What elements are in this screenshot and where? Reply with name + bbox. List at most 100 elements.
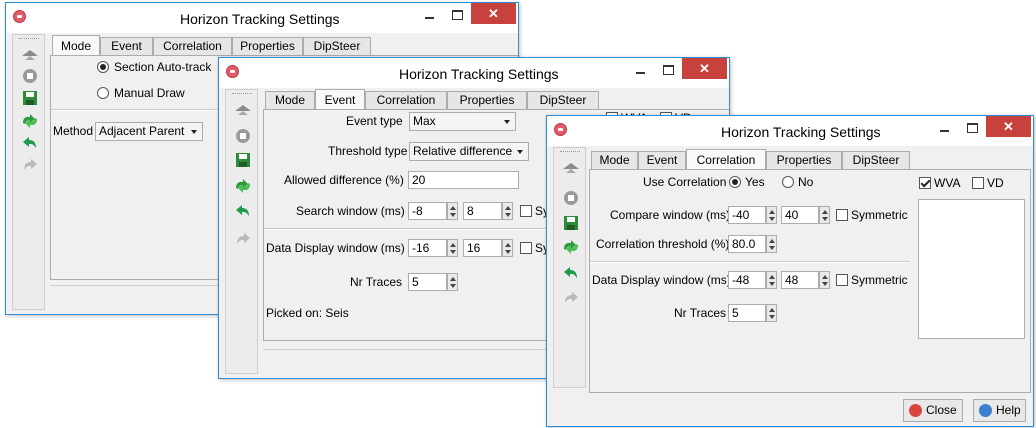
tab-correlation[interactable]: Correlation — [686, 149, 766, 170]
wva-checkbox[interactable] — [919, 177, 931, 189]
display-window-max-input[interactable]: 48 — [781, 271, 819, 289]
tab-bar: Mode Event Correlation Properties DipSte… — [265, 89, 599, 110]
maximize-button[interactable] — [959, 116, 985, 137]
minimize-button[interactable] — [931, 116, 957, 137]
close-button[interactable]: Close — [903, 399, 963, 422]
wva-label: WVA — [934, 176, 961, 190]
compare-window-max-stepper[interactable] — [819, 206, 830, 224]
tab-properties[interactable]: Properties — [766, 151, 842, 169]
compare-symmetric-checkbox[interactable] — [836, 209, 848, 221]
close-window-button[interactable]: ✕ — [986, 116, 1031, 137]
display-window-max-input[interactable]: 16 — [463, 239, 502, 257]
tab-correlation[interactable]: Correlation — [153, 37, 232, 55]
trace-preview-box[interactable] — [918, 199, 1025, 339]
tab-mode[interactable]: Mode — [265, 91, 315, 109]
search-window-min-stepper[interactable] — [447, 202, 458, 220]
save-icon[interactable] — [562, 215, 580, 231]
tab-dipsteer[interactable]: DipSteer — [842, 151, 910, 169]
compare-symmetric-label: Symmetric — [851, 208, 908, 222]
section-autotrack-label: Section Auto-track — [114, 60, 212, 74]
minimize-button[interactable] — [627, 58, 653, 79]
section-autotrack-radio[interactable] — [97, 61, 109, 73]
correlation-threshold-stepper[interactable] — [766, 235, 777, 253]
display-window-min-stepper[interactable] — [766, 271, 777, 289]
correlation-threshold-input[interactable]: 80.0 — [728, 235, 766, 253]
nr-traces-input[interactable]: 5 — [408, 273, 447, 291]
threshold-type-select[interactable]: Relative difference — [409, 142, 529, 161]
close-window-button[interactable]: ✕ — [682, 58, 727, 79]
maximize-button[interactable] — [444, 3, 470, 24]
tracking-toolbar — [12, 34, 45, 310]
tab-event[interactable]: Event — [100, 37, 153, 55]
maximize-button[interactable] — [655, 58, 681, 79]
use-correlation-yes-radio[interactable] — [729, 176, 741, 188]
tab-bar: Mode Event Correlation Properties DipSte… — [591, 149, 911, 170]
retrack-icon[interactable] — [562, 239, 580, 255]
close-window-button[interactable]: ✕ — [471, 3, 516, 24]
stop-icon[interactable] — [21, 68, 39, 84]
display-symmetric-checkbox[interactable] — [836, 274, 848, 286]
correlation-panel: Use Correlation Yes No Compare window (m… — [589, 169, 1031, 393]
search-window-max-stepper[interactable] — [502, 202, 513, 220]
nr-traces-stepper[interactable] — [447, 273, 458, 291]
search-window-min-input[interactable]: -8 — [408, 202, 447, 220]
track-icon[interactable] — [234, 102, 252, 118]
display-window-max-stepper[interactable] — [819, 271, 830, 289]
use-correlation-no-radio[interactable] — [782, 176, 794, 188]
title-bar[interactable]: Horizon Tracking Settings ✕ — [547, 116, 1033, 146]
compare-window-max-input[interactable]: 40 — [781, 206, 819, 224]
tab-dipsteer[interactable]: DipSteer — [303, 37, 371, 55]
retrack-icon[interactable] — [234, 178, 252, 194]
search-window-max-input[interactable]: 8 — [463, 202, 502, 220]
symmetric-checkbox[interactable] — [520, 205, 532, 217]
event-type-value: Max — [413, 114, 436, 128]
display-symmetric-checkbox[interactable] — [520, 242, 532, 254]
stop-icon[interactable] — [234, 128, 252, 144]
display-symmetric-label: Symmetric — [851, 273, 908, 287]
correlation-threshold-label: Correlation threshold (%) — [596, 237, 730, 251]
compare-window-min-stepper[interactable] — [766, 206, 777, 224]
manual-draw-label: Manual Draw — [114, 86, 185, 100]
manual-draw-radio[interactable] — [97, 87, 109, 99]
toolbar-grip[interactable] — [232, 93, 252, 96]
help-button[interactable]: Help — [973, 399, 1026, 422]
tab-event[interactable]: Event — [638, 151, 686, 169]
tab-mode[interactable]: Mode — [52, 35, 100, 56]
toolbar-grip[interactable] — [560, 151, 580, 154]
redo-icon[interactable] — [21, 157, 39, 173]
event-type-select[interactable]: Max — [409, 112, 516, 131]
redo-icon[interactable] — [234, 231, 252, 247]
nr-traces-stepper[interactable] — [766, 304, 777, 322]
tab-properties[interactable]: Properties — [232, 37, 303, 55]
nr-traces-input[interactable]: 5 — [728, 304, 766, 322]
method-select[interactable]: Adjacent Parent — [95, 122, 203, 141]
vd-checkbox[interactable] — [972, 177, 984, 189]
tab-properties[interactable]: Properties — [447, 91, 527, 109]
display-window-max-stepper[interactable] — [502, 239, 513, 257]
display-window-min-input[interactable]: -16 — [408, 239, 447, 257]
window-correlation: Horizon Tracking Settings ✕ Mode Event C… — [546, 115, 1034, 427]
tab-event[interactable]: Event — [315, 89, 365, 110]
title-bar[interactable]: Horizon Tracking Settings ✕ — [219, 58, 729, 88]
nr-traces-label: Nr Traces — [674, 306, 727, 320]
track-icon[interactable] — [562, 160, 580, 176]
undo-icon[interactable] — [234, 203, 252, 219]
tab-correlation[interactable]: Correlation — [365, 91, 447, 109]
display-window-min-stepper[interactable] — [447, 239, 458, 257]
save-icon[interactable] — [234, 152, 252, 168]
title-bar[interactable]: Horizon Tracking Settings ✕ — [6, 3, 518, 33]
save-icon[interactable] — [21, 90, 39, 106]
track-icon[interactable] — [21, 47, 39, 63]
retrack-icon[interactable] — [21, 113, 39, 129]
compare-window-min-input[interactable]: -40 — [728, 206, 766, 224]
stop-icon[interactable] — [562, 190, 580, 206]
minimize-button[interactable] — [416, 3, 442, 24]
undo-icon[interactable] — [21, 135, 39, 151]
undo-icon[interactable] — [562, 265, 580, 281]
allowed-difference-input[interactable]: 20 — [408, 171, 519, 189]
display-window-min-input[interactable]: -48 — [728, 271, 766, 289]
toolbar-grip[interactable] — [19, 38, 39, 41]
redo-icon[interactable] — [562, 290, 580, 306]
tab-mode[interactable]: Mode — [591, 151, 638, 169]
tab-dipsteer[interactable]: DipSteer — [527, 91, 599, 109]
